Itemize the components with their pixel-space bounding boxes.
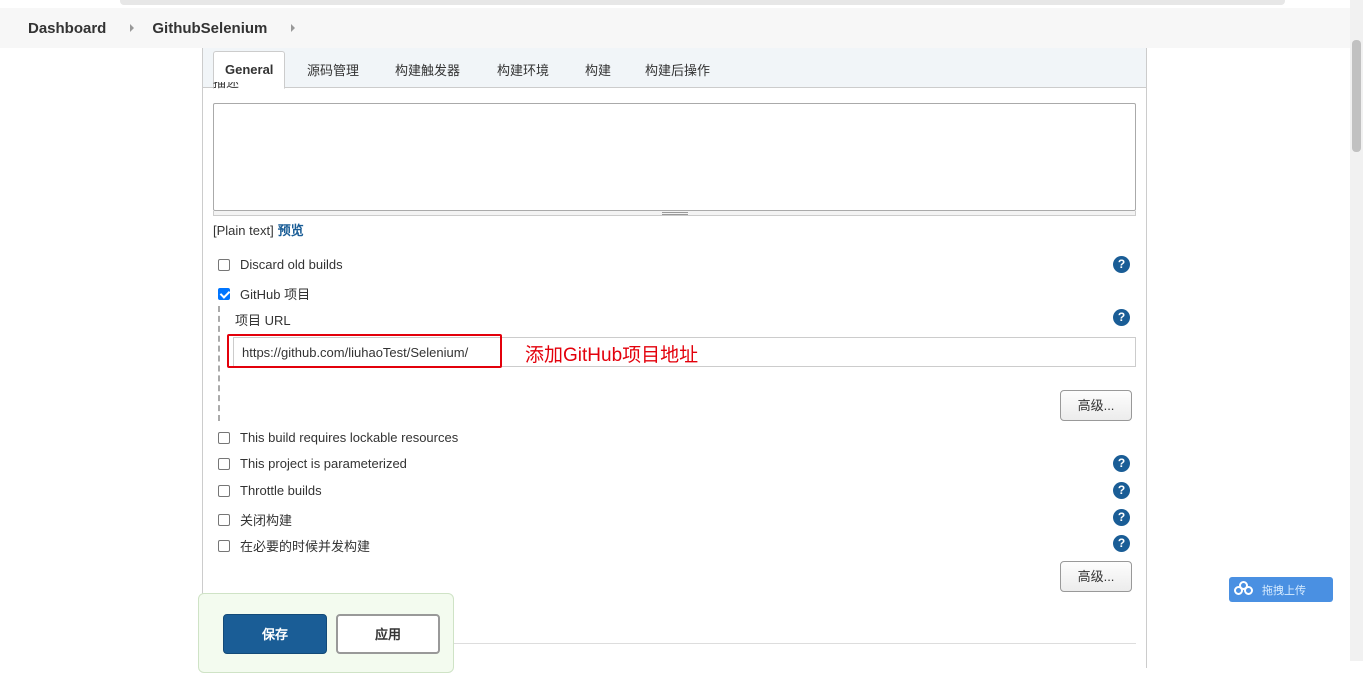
chevron-right-icon[interactable] — [130, 24, 135, 32]
scrollbar-thumb[interactable] — [1352, 40, 1361, 152]
breadcrumb: Dashboard GithubSelenium — [0, 8, 1350, 48]
help-icon[interactable]: ? — [1113, 455, 1130, 472]
bottom-action-bar: 保存 应用 — [198, 593, 454, 673]
advanced-button[interactable]: 高级... — [1060, 390, 1132, 421]
textarea-grip[interactable] — [213, 211, 1136, 216]
cloud-icon — [1234, 580, 1254, 597]
option-throttle[interactable]: Throttle builds — [218, 483, 322, 498]
breadcrumb-project[interactable]: GithubSelenium — [152, 20, 267, 37]
annotation-text: 添加GitHub项目地址 — [525, 345, 699, 366]
concurrent-label: 在必要的时候并发构建 — [240, 539, 371, 554]
description-label: 描述 — [213, 82, 240, 90]
breadcrumb-dashboard[interactable]: Dashboard — [28, 20, 106, 37]
format-line: [Plain text] 预览 — [213, 220, 304, 239]
format-plain: [Plain text] — [213, 223, 274, 238]
lockable-label: This build requires lockable resources — [240, 430, 459, 445]
upload-label: 拖拽上传 — [1262, 584, 1306, 597]
parameterized-label: This project is parameterized — [240, 456, 407, 471]
github-project-label: GitHub 项目 — [240, 287, 311, 302]
chevron-right-icon[interactable] — [291, 24, 296, 32]
help-icon[interactable]: ? — [1113, 509, 1130, 526]
project-url-label: 项目 URL — [235, 313, 291, 328]
config-panel: General 源码管理 构建触发器 构建环境 构建 构建后操作 描述 [Pla… — [202, 48, 1147, 668]
grip-handle-icon — [662, 212, 688, 215]
advanced-button-2[interactable]: 高级... — [1060, 561, 1132, 592]
tab-bar: General 源码管理 构建触发器 构建环境 构建 构建后操作 — [203, 48, 1146, 89]
option-parameterized[interactable]: This project is parameterized — [218, 456, 407, 471]
preview-link[interactable]: 预览 — [278, 223, 304, 238]
nested-section-border — [218, 306, 220, 421]
tab-build[interactable]: 构建 — [585, 60, 611, 79]
option-disable-build[interactable]: 关闭构建 — [218, 510, 292, 529]
top-strip — [0, 0, 1363, 8]
tab-scm[interactable]: 源码管理 — [307, 60, 359, 79]
help-icon[interactable]: ? — [1113, 256, 1130, 273]
description-textarea[interactable] — [213, 103, 1136, 211]
disable-build-label: 关闭构建 — [240, 513, 293, 528]
vertical-scrollbar[interactable] — [1350, 0, 1363, 661]
option-discard-old-builds[interactable]: Discard old builds — [218, 257, 343, 272]
lockable-checkbox[interactable] — [218, 431, 230, 444]
parameterized-checkbox[interactable] — [218, 457, 230, 470]
tab-environment[interactable]: 构建环境 — [497, 60, 549, 79]
github-project-checkbox[interactable] — [218, 287, 230, 300]
option-concurrent[interactable]: 在必要的时候并发构建 — [218, 536, 370, 555]
option-lockable[interactable]: This build requires lockable resources — [218, 430, 458, 445]
help-icon[interactable]: ? — [1113, 535, 1130, 552]
tab-post-build[interactable]: 构建后操作 — [645, 60, 710, 79]
option-github-project[interactable]: GitHub 项目 — [218, 284, 310, 303]
throttle-label: Throttle builds — [240, 483, 322, 498]
help-icon[interactable]: ? — [1113, 309, 1130, 326]
disable-build-checkbox[interactable] — [218, 513, 230, 526]
discard-label: Discard old builds — [240, 257, 343, 272]
tab-triggers[interactable]: 构建触发器 — [395, 60, 460, 79]
concurrent-checkbox[interactable] — [218, 539, 230, 552]
help-icon[interactable]: ? — [1113, 482, 1130, 499]
top-bar — [120, 0, 1285, 5]
apply-button[interactable]: 应用 — [336, 614, 440, 654]
discard-checkbox[interactable] — [218, 258, 230, 271]
throttle-checkbox[interactable] — [218, 484, 230, 497]
save-button[interactable]: 保存 — [223, 614, 327, 654]
upload-widget[interactable]: 拖拽上传 — [1229, 577, 1333, 602]
